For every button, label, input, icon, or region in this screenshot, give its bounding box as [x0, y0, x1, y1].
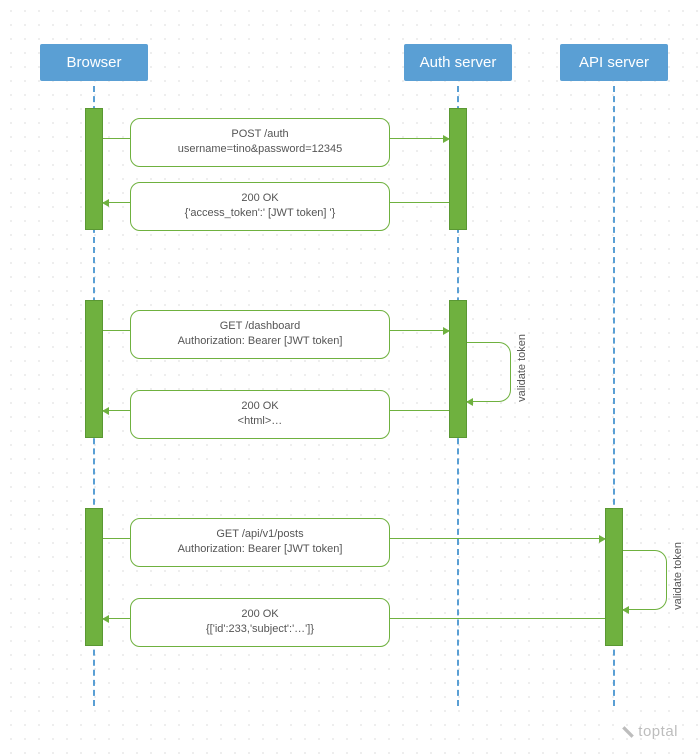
activation-auth-2 — [449, 300, 467, 438]
message-get-posts: GET /api/v1/posts Authorization: Bearer … — [130, 518, 390, 567]
message-post-auth: POST /auth username=tino&password=12345 — [130, 118, 390, 167]
sequence-diagram: Browser Auth server API server POST /aut… — [0, 0, 700, 754]
message-line: Authorization: Bearer [JWT token] — [137, 542, 383, 557]
message-posts-response: 200 OK {['id':233,'subject':'…']} — [130, 598, 390, 647]
activation-browser-3 — [85, 508, 103, 646]
message-line: username=tino&password=12345 — [137, 142, 383, 157]
message-line: GET /api/v1/posts — [137, 527, 383, 542]
activation-api-3 — [605, 508, 623, 646]
message-dashboard-response: 200 OK <html>… — [130, 390, 390, 439]
label-validate-1: validate token — [516, 334, 528, 402]
message-line: {'access_token':' [JWT token] '} — [137, 206, 383, 221]
activation-browser-2 — [85, 300, 103, 438]
message-line: 200 OK — [137, 191, 383, 206]
actor-api-server: API server — [560, 44, 668, 81]
message-line: 200 OK — [137, 399, 383, 414]
toptal-icon — [621, 725, 635, 739]
message-auth-response: 200 OK {'access_token':' [JWT token] '} — [130, 182, 390, 231]
label-validate-2: validate token — [672, 542, 684, 610]
message-line: Authorization: Bearer [JWT token] — [137, 334, 383, 349]
activation-auth-1 — [449, 108, 467, 230]
message-line: <html>… — [137, 414, 383, 429]
self-loop-validate-1 — [467, 342, 511, 402]
message-get-dashboard: GET /dashboard Authorization: Bearer [JW… — [130, 310, 390, 359]
message-line: {['id':233,'subject':'…']} — [137, 622, 383, 637]
message-line: 200 OK — [137, 607, 383, 622]
brand-text: toptal — [638, 723, 678, 740]
message-line: GET /dashboard — [137, 319, 383, 334]
actor-auth-server: Auth server — [404, 44, 512, 81]
message-line: POST /auth — [137, 127, 383, 142]
brand-logo: toptal — [621, 723, 678, 740]
self-loop-validate-2 — [623, 550, 667, 610]
activation-browser-1 — [85, 108, 103, 230]
actor-browser: Browser — [40, 44, 148, 81]
